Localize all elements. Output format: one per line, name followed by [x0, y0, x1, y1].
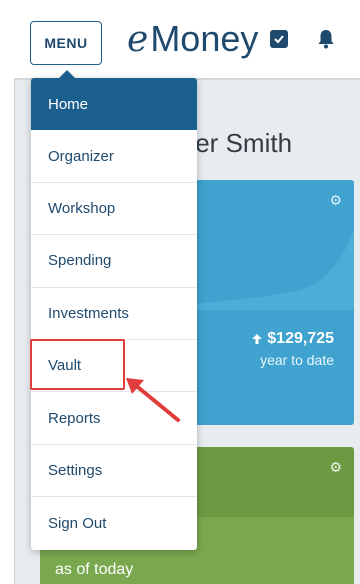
menu-item-spending[interactable]: Spending [31, 235, 197, 288]
as-of-today-label: as of today [55, 561, 134, 578]
ytd-amount-value: $129,725 [267, 330, 334, 347]
menu-item-organizer[interactable]: Organizer [31, 130, 197, 183]
main-menu-dropdown: Home Organizer Workshop Spending Investm… [31, 70, 197, 550]
ytd-amount: $129,725 [251, 330, 334, 348]
emoney-logo[interactable]: e Money [127, 17, 289, 61]
ytd-label: year to date [260, 352, 334, 368]
logo-e: e [127, 18, 149, 60]
menu-item-sign-out[interactable]: Sign Out [31, 497, 197, 549]
menu-item-settings[interactable]: Settings [31, 445, 197, 498]
menu-item-workshop[interactable]: Workshop [31, 183, 197, 236]
arrow-up-icon [252, 334, 263, 344]
gear-icon[interactable]: ⚙ [329, 192, 342, 209]
menu-button[interactable]: MENU [30, 21, 102, 65]
menu-item-investments[interactable]: Investments [31, 288, 197, 340]
gear-icon[interactable]: ⚙ [329, 459, 342, 476]
bell-icon[interactable] [314, 27, 338, 51]
page-greeting: ter Smith [188, 128, 293, 158]
menu-item-home[interactable]: Home [31, 78, 197, 131]
logo-word: Money [150, 18, 259, 59]
annotation-arrow-icon [126, 378, 180, 422]
vault-highlight-box [30, 339, 125, 390]
checkbox-logo-icon [270, 30, 289, 48]
